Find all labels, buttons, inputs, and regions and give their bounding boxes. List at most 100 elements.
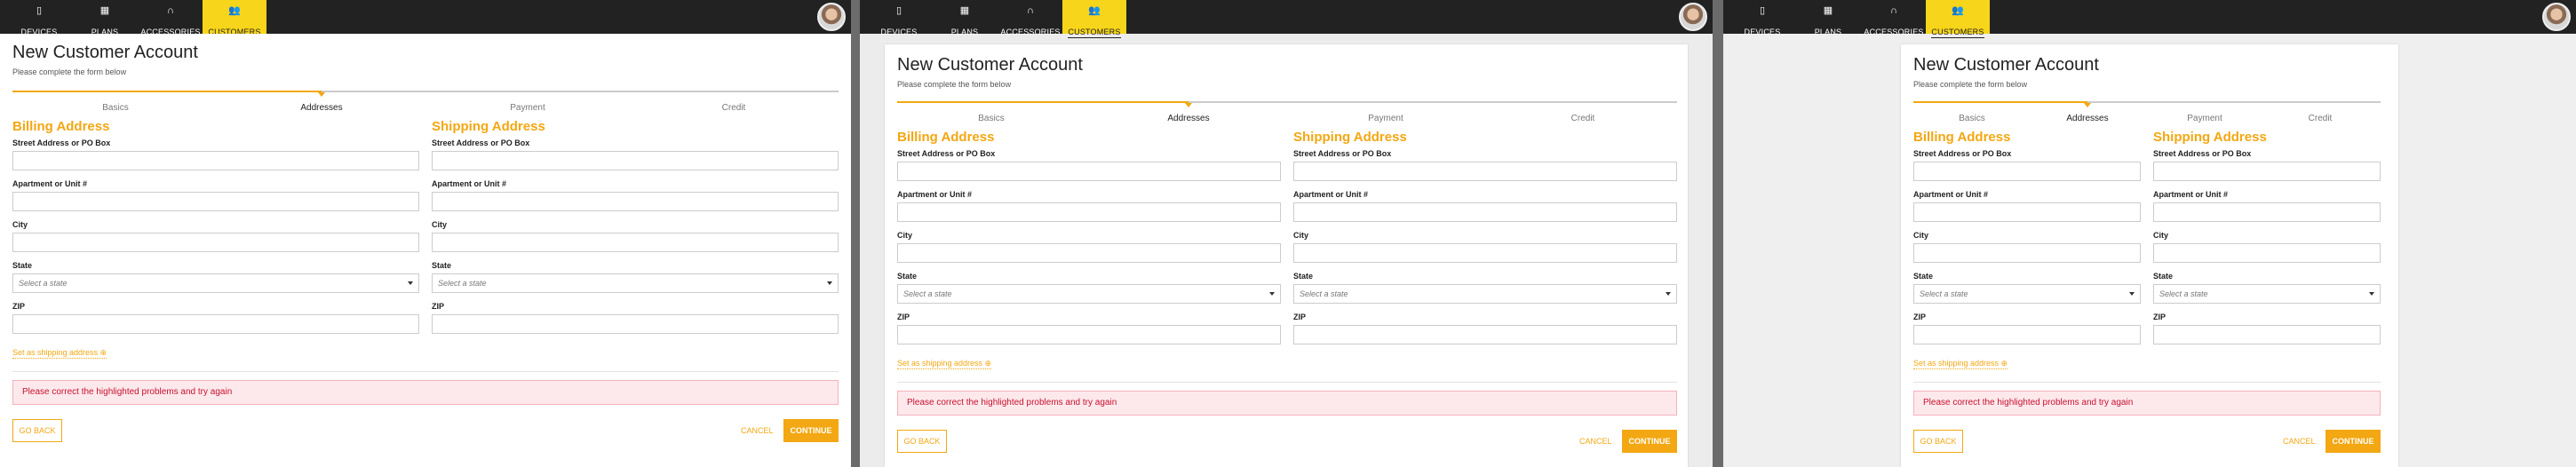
cancel-button[interactable]: CANCEL xyxy=(741,426,774,435)
billing-street-address-input[interactable] xyxy=(1913,162,2141,181)
nav-item-accessories[interactable]: ∩ ACCESSORIES xyxy=(1862,0,1926,36)
shipping-zip-input[interactable] xyxy=(1293,325,1677,344)
nav-item-accessories[interactable]: ∩ ACCESSORIES xyxy=(139,0,203,36)
error-banner: Please correct the highlighted problems … xyxy=(897,391,1677,416)
nav-item-plans[interactable]: ▦ PLANS xyxy=(73,0,137,36)
step-addresses[interactable]: Addresses xyxy=(268,103,375,113)
billing-unit-input[interactable] xyxy=(1913,202,2141,222)
nav-item-customers[interactable]: 👥 CUSTOMERS xyxy=(1926,0,1990,38)
error-banner: Please correct the highlighted problems … xyxy=(1913,391,2381,416)
billing-heading: Billing Address xyxy=(12,119,110,134)
billing-street-address-input[interactable] xyxy=(12,151,419,170)
top-navigation-bar: ▯ DEVICES ▦ PLANS ∩ ACCESSORIES 👥 CUSTOMERS xyxy=(860,0,1713,38)
step-payment[interactable]: Payment xyxy=(2151,114,2258,123)
billing-city-input[interactable] xyxy=(12,233,419,252)
billing-state-select[interactable]: Select a state xyxy=(897,284,1281,304)
go-back-button[interactable]: GO BACK xyxy=(12,419,62,442)
user-avatar[interactable] xyxy=(1679,3,1707,31)
billing-unit-input[interactable] xyxy=(12,192,419,211)
page-title: New Customer Account xyxy=(12,43,198,62)
current-step-marker xyxy=(2084,103,2091,107)
state-placeholder: Select a state xyxy=(19,279,68,288)
shipping-state-label: State xyxy=(432,261,452,270)
shipping-city-input[interactable] xyxy=(2153,243,2381,263)
billing-city-input[interactable] xyxy=(897,243,1281,263)
billing-state-select[interactable]: Select a state xyxy=(12,273,419,293)
shipping-street-address-input[interactable] xyxy=(2153,162,2381,181)
stepper-progress-fill xyxy=(1913,101,2087,103)
continue-button[interactable]: CONTINUE xyxy=(1622,430,1677,453)
billing-zip-input[interactable] xyxy=(1913,325,2141,344)
go-back-button[interactable]: GO BACK xyxy=(1913,430,1963,453)
shipping-street-address-input[interactable] xyxy=(432,151,839,170)
nav-item-customers[interactable]: 👥 CUSTOMERS xyxy=(203,0,266,38)
cancel-button[interactable]: CANCEL xyxy=(2283,437,2316,446)
shipping-city-input[interactable] xyxy=(432,233,839,252)
billing-city-label: City xyxy=(12,220,28,229)
nav-item-plans[interactable]: ▦ PLANS xyxy=(933,0,997,36)
shipping-heading: Shipping Address xyxy=(1293,130,1407,145)
continue-button[interactable]: CONTINUE xyxy=(783,419,839,442)
shipping-city-input[interactable] xyxy=(1293,243,1677,263)
step-basics[interactable]: Basics xyxy=(938,114,1045,123)
nav-item-customers[interactable]: 👥 CUSTOMERS xyxy=(1062,0,1126,38)
billing-city-input[interactable] xyxy=(1913,243,2141,263)
billing-state-label: State xyxy=(1913,272,1934,281)
billing-street-address-input[interactable] xyxy=(897,162,1281,181)
go-back-button[interactable]: GO BACK xyxy=(897,430,947,453)
step-payment[interactable]: Payment xyxy=(1332,114,1439,123)
step-credit[interactable]: Credit xyxy=(680,103,787,113)
step-addresses[interactable]: Addresses xyxy=(2034,114,2141,123)
shipping-street-label: Street Address or PO Box xyxy=(2153,149,2252,158)
billing-unit-input[interactable] xyxy=(897,202,1281,222)
current-step-marker xyxy=(318,92,325,97)
shipping-state-select[interactable]: Select a state xyxy=(2153,284,2381,304)
step-payment[interactable]: Payment xyxy=(474,103,581,113)
billing-zip-input[interactable] xyxy=(897,325,1281,344)
shipping-unit-label: Apartment or Unit # xyxy=(1293,190,1369,199)
shipping-unit-input[interactable] xyxy=(432,192,839,211)
shipping-street-label: Street Address or PO Box xyxy=(1293,149,1392,158)
billing-heading: Billing Address xyxy=(897,130,995,145)
stepper-progress-fill xyxy=(12,91,322,92)
billing-city-label: City xyxy=(1913,231,1929,240)
shipping-zip-input[interactable] xyxy=(432,314,839,334)
shipping-state-select[interactable]: Select a state xyxy=(1293,284,1677,304)
step-addresses[interactable]: Addresses xyxy=(1135,114,1242,123)
shipping-unit-input[interactable] xyxy=(1293,202,1677,222)
shipping-zip-input[interactable] xyxy=(2153,325,2381,344)
billing-street-label: Street Address or PO Box xyxy=(897,149,996,158)
calendar-icon: ▦ xyxy=(959,5,970,16)
chevron-down-icon xyxy=(1269,292,1275,296)
shipping-zip-label: ZIP xyxy=(1293,313,1307,321)
step-basics[interactable]: Basics xyxy=(1919,114,2025,123)
set-as-shipping-link[interactable]: Set as shipping address ⊕ xyxy=(1913,359,2008,369)
nav-item-accessories[interactable]: ∩ ACCESSORIES xyxy=(998,0,1062,36)
set-as-shipping-link[interactable]: Set as shipping address ⊕ xyxy=(12,348,107,359)
shipping-state-select[interactable]: Select a state xyxy=(432,273,839,293)
continue-button[interactable]: CONTINUE xyxy=(2326,430,2381,453)
shipping-city-label: City xyxy=(2153,231,2169,240)
shipping-street-label: Street Address or PO Box xyxy=(432,139,530,147)
shipping-street-address-input[interactable] xyxy=(1293,162,1677,181)
chevron-down-icon xyxy=(2369,292,2374,296)
step-credit[interactable]: Credit xyxy=(1530,114,1636,123)
nav-item-devices[interactable]: ▯ DEVICES xyxy=(7,0,71,36)
set-as-shipping-link[interactable]: Set as shipping address ⊕ xyxy=(897,359,992,369)
page-subtitle: Please complete the form below xyxy=(12,67,127,76)
nav-item-devices[interactable]: ▯ DEVICES xyxy=(867,0,931,36)
billing-state-select[interactable]: Select a state xyxy=(1913,284,2141,304)
nav-item-devices[interactable]: ▯ DEVICES xyxy=(1730,0,1794,36)
user-avatar[interactable] xyxy=(817,3,846,31)
billing-zip-input[interactable] xyxy=(12,314,419,334)
calendar-icon: ▦ xyxy=(99,5,110,16)
cancel-button[interactable]: CANCEL xyxy=(1579,437,1612,446)
chevron-down-icon xyxy=(2129,292,2135,296)
shipping-unit-input[interactable] xyxy=(2153,202,2381,222)
step-basics[interactable]: Basics xyxy=(62,103,169,113)
users-icon: 👥 xyxy=(1952,5,1964,16)
user-avatar[interactable] xyxy=(2542,3,2571,31)
billing-street-label: Street Address or PO Box xyxy=(1913,149,2012,158)
step-credit[interactable]: Credit xyxy=(2267,114,2373,123)
nav-item-plans[interactable]: ▦ PLANS xyxy=(1796,0,1860,36)
